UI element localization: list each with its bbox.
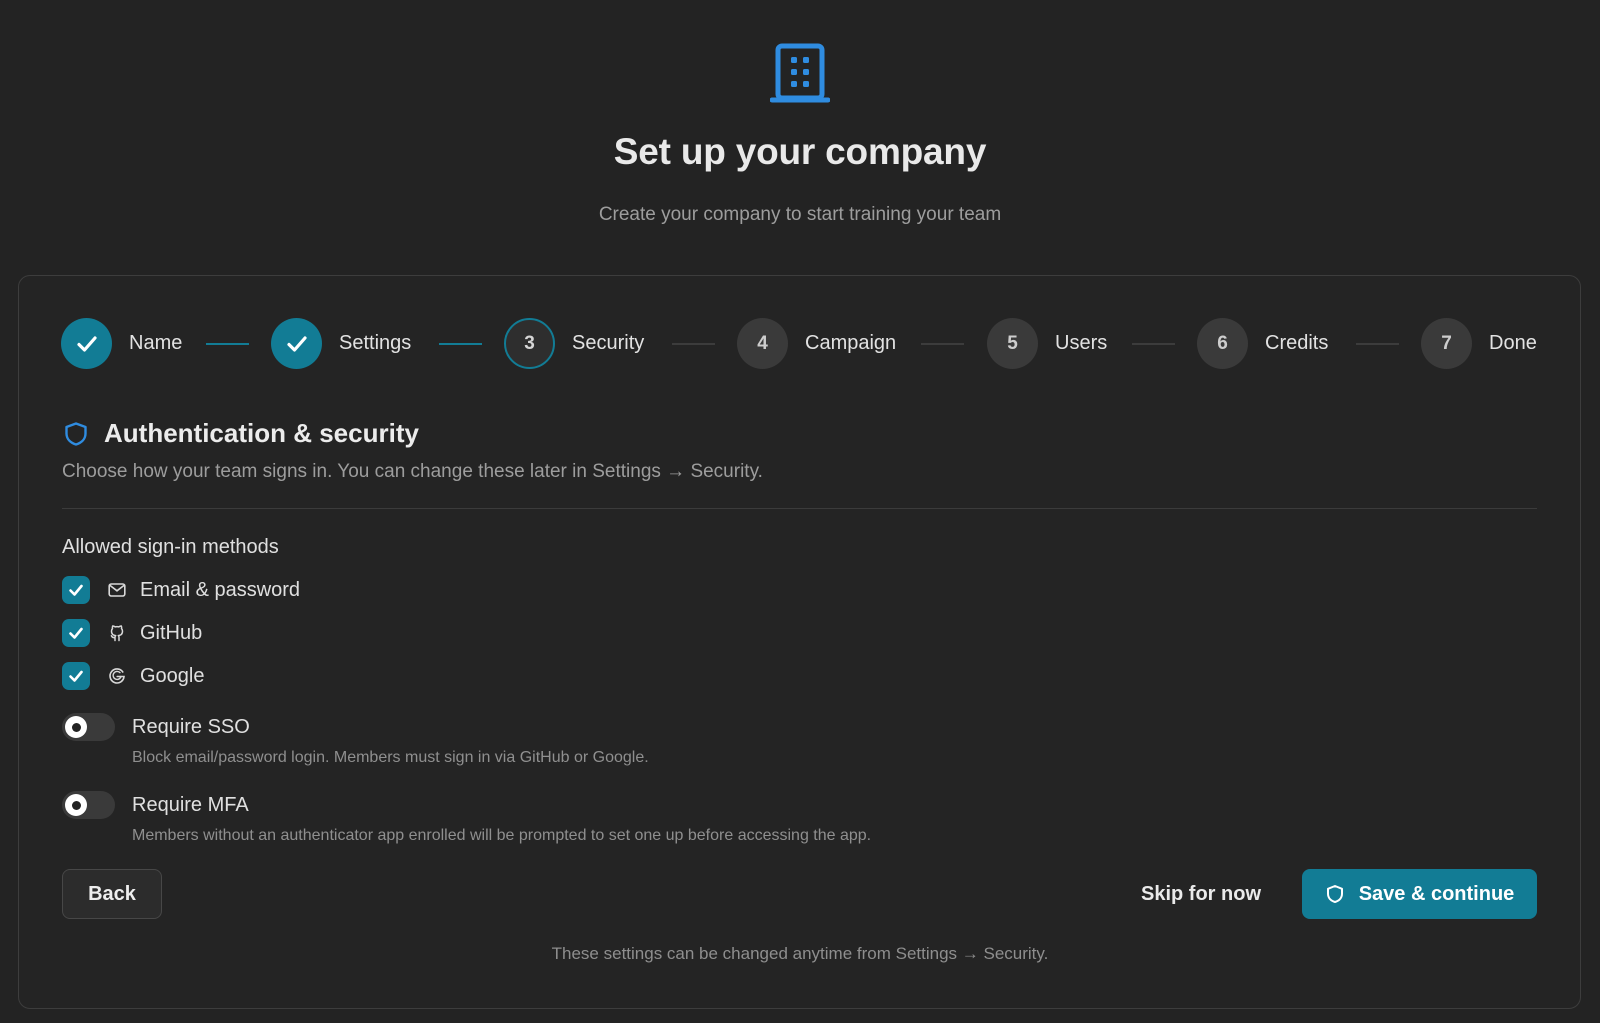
require-mfa-description: Members without an authenticator app enr…	[132, 827, 872, 844]
require-mfa-label: Require MFA	[132, 794, 249, 816]
save-continue-button[interactable]: Save & continue	[1302, 869, 1537, 919]
step-6-label[interactable]: Credits	[1265, 332, 1328, 355]
google-icon	[106, 665, 128, 687]
step-3-number: 3	[524, 332, 535, 354]
check-icon	[76, 335, 97, 352]
google-checkbox[interactable]	[62, 662, 90, 690]
step-connector	[439, 343, 482, 345]
step-6-circle[interactable]: 6	[1197, 318, 1248, 369]
step-1-circle[interactable]	[61, 318, 112, 369]
signin-methods-label: Allowed sign-in methods	[62, 536, 279, 558]
building-icon	[770, 43, 830, 103]
section-description: Choose how your team signs in. You can c…	[62, 461, 763, 482]
method-github[interactable]: GitHub	[62, 619, 202, 647]
method-label: Email & password	[140, 578, 301, 601]
step-3-circle[interactable]: 3	[504, 318, 555, 369]
divider	[62, 508, 1537, 509]
check-icon	[69, 670, 83, 682]
page-subtitle: Create your company to start training yo…	[598, 204, 1002, 225]
require-sso-label: Require SSO	[132, 716, 250, 738]
check-icon	[69, 584, 83, 596]
step-connector	[921, 343, 964, 345]
toggle-knob	[65, 716, 87, 738]
check-icon	[69, 627, 83, 639]
step-5-label[interactable]: Users	[1055, 332, 1107, 355]
step-6-number: 6	[1217, 332, 1228, 354]
shield-icon	[65, 422, 87, 446]
setup-page: Set up your company Create your company …	[0, 0, 1600, 1023]
mail-icon	[106, 579, 128, 601]
method-label: Google	[140, 664, 205, 687]
step-7-label[interactable]: Done	[1489, 332, 1537, 355]
step-connector	[206, 343, 249, 345]
step-7-circle[interactable]: 7	[1421, 318, 1472, 369]
step-connector	[1132, 343, 1175, 345]
method-label: GitHub	[140, 621, 203, 644]
step-4-label[interactable]: Campaign	[805, 332, 896, 355]
step-connector	[672, 343, 715, 345]
method-google[interactable]: Google	[62, 662, 205, 690]
step-connector	[1356, 343, 1399, 345]
save-continue-label: Save & continue	[1358, 882, 1515, 905]
step-5-number: 5	[1007, 332, 1018, 354]
step-2-label[interactable]: Settings	[339, 332, 411, 355]
github-checkbox[interactable]	[62, 619, 90, 647]
step-2-circle[interactable]	[271, 318, 322, 369]
step-4-number: 4	[757, 332, 768, 354]
github-icon	[106, 622, 128, 644]
require-sso-description: Block email/password login. Members must…	[132, 749, 649, 766]
step-5-circle[interactable]: 5	[987, 318, 1038, 369]
skip-button[interactable]: Skip for now	[1130, 869, 1272, 919]
section-title: Authentication & security	[104, 418, 419, 448]
require-mfa-toggle[interactable]	[62, 791, 115, 819]
step-1-label[interactable]: Name	[129, 332, 182, 355]
step-3-label[interactable]: Security	[572, 332, 644, 355]
method-email[interactable]: Email & password	[62, 576, 300, 604]
require-sso-toggle[interactable]	[62, 713, 115, 741]
check-icon	[286, 335, 307, 352]
toggle-knob	[65, 794, 87, 816]
page-title: Set up your company	[613, 131, 987, 172]
email-checkbox[interactable]	[62, 576, 90, 604]
footer-note: These settings can be changed anytime fr…	[551, 944, 1049, 963]
shield-icon	[1326, 885, 1343, 903]
step-4-circle[interactable]: 4	[737, 318, 788, 369]
step-7-number: 7	[1441, 332, 1452, 354]
back-button[interactable]: Back	[62, 869, 162, 919]
